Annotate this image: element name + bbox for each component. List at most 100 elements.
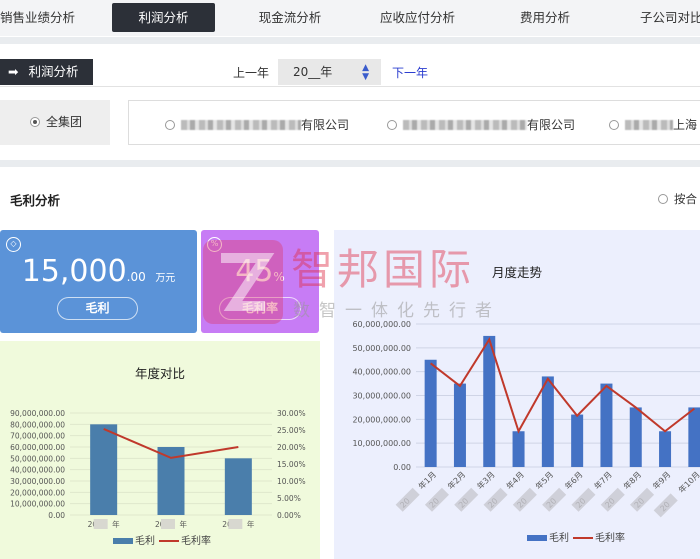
- y-tick-label: 40,000,000.00: [10, 466, 65, 475]
- radio-icon[interactable]: [387, 120, 397, 130]
- bar: [424, 359, 437, 467]
- y-tick-label: 10,000,000.00: [352, 439, 411, 448]
- diamond-icon: ◇: [6, 237, 21, 252]
- y-tick-label: 70,000,000.00: [10, 432, 65, 441]
- gross-profit-value: 15,000.00 万元: [21, 254, 176, 289]
- y-tick-label: 30,000,000.00: [352, 392, 411, 401]
- y-tick-label: 0.00: [48, 511, 65, 520]
- group-label: 全集团: [46, 115, 83, 129]
- radio-icon[interactable]: [165, 120, 175, 130]
- company-name: 有限公司: [527, 118, 576, 132]
- percent-icon: %: [207, 237, 222, 252]
- y2-tick-label: 0.00%: [277, 511, 301, 520]
- by-company-label: 按合: [674, 192, 697, 206]
- y-tick-label: 30,000,000.00: [10, 477, 65, 486]
- tab-profit[interactable]: 利润分析: [112, 3, 215, 32]
- blur-mask: [424, 487, 449, 512]
- prev-year-button[interactable]: 上一年: [233, 64, 269, 81]
- monthly-chart: 0.00 10,000,000.00 20,000,000.00 30,000,000…: [352, 320, 700, 544]
- bar: [512, 431, 525, 467]
- divider: [0, 37, 700, 44]
- blur-mask: [395, 487, 420, 512]
- bar: [600, 383, 613, 467]
- tab-expense[interactable]: 费用分析: [505, 3, 585, 32]
- yearly-chart-panel: 年度对比 0.00 10,000,000.00 20,000,000.00 30,00…: [0, 341, 320, 559]
- tab-sales[interactable]: 销售业绩分析: [0, 3, 75, 32]
- y-tick-label: 60,000,000.00: [10, 443, 65, 452]
- y2-tick-label: 25.00%: [277, 426, 306, 435]
- legend-label: 毛利: [549, 532, 569, 544]
- legend-label: 毛利: [135, 535, 155, 547]
- analysis-title: 毛利分析: [10, 193, 61, 208]
- y-tick-label: 40,000,000.00: [352, 368, 411, 377]
- next-year-button[interactable]: 下一年: [392, 64, 428, 81]
- y-tick-label: 20,000,000.00: [10, 488, 65, 497]
- blur-mask: [630, 487, 655, 512]
- bar: [571, 414, 584, 467]
- company-option[interactable]: 有限公司: [387, 116, 575, 133]
- tab-cashflow[interactable]: 现金流分析: [245, 3, 335, 32]
- y-tick-label: 80,000,000.00: [10, 420, 65, 429]
- spinner-icon: ▲ ▼: [362, 63, 369, 82]
- section-label: ➡ 利润分析: [0, 59, 93, 85]
- blur-mask: [600, 487, 625, 512]
- bar: [90, 424, 118, 515]
- bar: [659, 431, 672, 467]
- legend-label: 毛利率: [181, 534, 211, 547]
- blur-mask: [93, 519, 108, 529]
- yearly-chart: 0.00 10,000,000.00 20,000,000.00 30,000,000…: [10, 409, 306, 547]
- y2-tick-label: 20.00%: [277, 443, 306, 452]
- year-select[interactable]: 20__年 ▲ ▼: [278, 59, 381, 85]
- bar: [629, 407, 642, 467]
- y-tick-label: 0.00: [393, 463, 411, 472]
- company-option[interactable]: 上海: [609, 116, 697, 133]
- divider: [0, 86, 700, 87]
- y2-tick-label: 30.00%: [277, 409, 306, 418]
- gross-margin-value: 45%: [235, 254, 285, 289]
- blur-mask: [571, 487, 596, 512]
- line-series: [430, 337, 695, 434]
- module-tabs: 销售业绩分析 利润分析 现金流分析 应收应付分析 费用分析 子公司对比: [0, 0, 700, 36]
- monthly-chart-panel: 月度走势 0.00 10,000,000.00 20,000,000.00 30,00…: [334, 230, 700, 559]
- y2-tick-label: 10.00%: [277, 477, 306, 486]
- blur-mask: [483, 487, 508, 512]
- gross-profit-card: ◇ 15,000.00 万元 毛利: [0, 230, 197, 333]
- tab-subsidiary[interactable]: 子公司对比: [630, 3, 700, 32]
- legend-label: 毛利率: [595, 531, 625, 544]
- company-list: 有限公司 有限公司 上海: [128, 100, 700, 145]
- bar: [224, 458, 252, 515]
- y-tick-label: 20,000,000.00: [352, 415, 411, 424]
- gross-margin-button[interactable]: 毛利率: [219, 297, 301, 320]
- blur-mask: [228, 519, 243, 529]
- y-tick-label: 50,000,000.00: [352, 344, 411, 353]
- legend-swatch-bar: [113, 538, 133, 544]
- group-option[interactable]: 全集团: [0, 100, 110, 145]
- arrow-right-icon: ➡: [8, 64, 19, 79]
- blur-mask: [542, 487, 567, 512]
- blur-mask: [512, 487, 537, 512]
- tab-receivable-payable[interactable]: 应收应付分析: [370, 3, 465, 32]
- y-tick-label: 90,000,000.00: [10, 409, 65, 418]
- y2-tick-label: 15.00%: [277, 460, 306, 469]
- year-value: 20__年: [293, 65, 333, 79]
- radio-icon[interactable]: [609, 120, 619, 130]
- y-tick-label: 50,000,000.00: [10, 454, 65, 463]
- blur-mask: [161, 519, 175, 529]
- radio-icon[interactable]: [30, 117, 40, 127]
- gross-profit-button[interactable]: 毛利: [57, 297, 138, 320]
- legend-swatch-bar: [527, 535, 547, 541]
- company-option[interactable]: 有限公司: [165, 116, 349, 133]
- section-label-text: 利润分析: [28, 64, 79, 79]
- bar: [688, 407, 700, 467]
- y-tick-label: 10,000,000.00: [10, 500, 65, 509]
- y-tick-label: 60,000,000.00: [352, 320, 411, 329]
- bar: [541, 376, 554, 467]
- gross-margin-card: % 45% 毛利率: [201, 230, 319, 333]
- y2-tick-label: 5.00%: [277, 494, 301, 503]
- company-name: 有限公司: [301, 118, 350, 132]
- by-company-option[interactable]: 按合: [658, 191, 697, 207]
- bar: [453, 383, 466, 467]
- company-name: 上海: [673, 118, 698, 132]
- radio-icon[interactable]: [658, 194, 668, 204]
- blur-mask: [653, 493, 678, 518]
